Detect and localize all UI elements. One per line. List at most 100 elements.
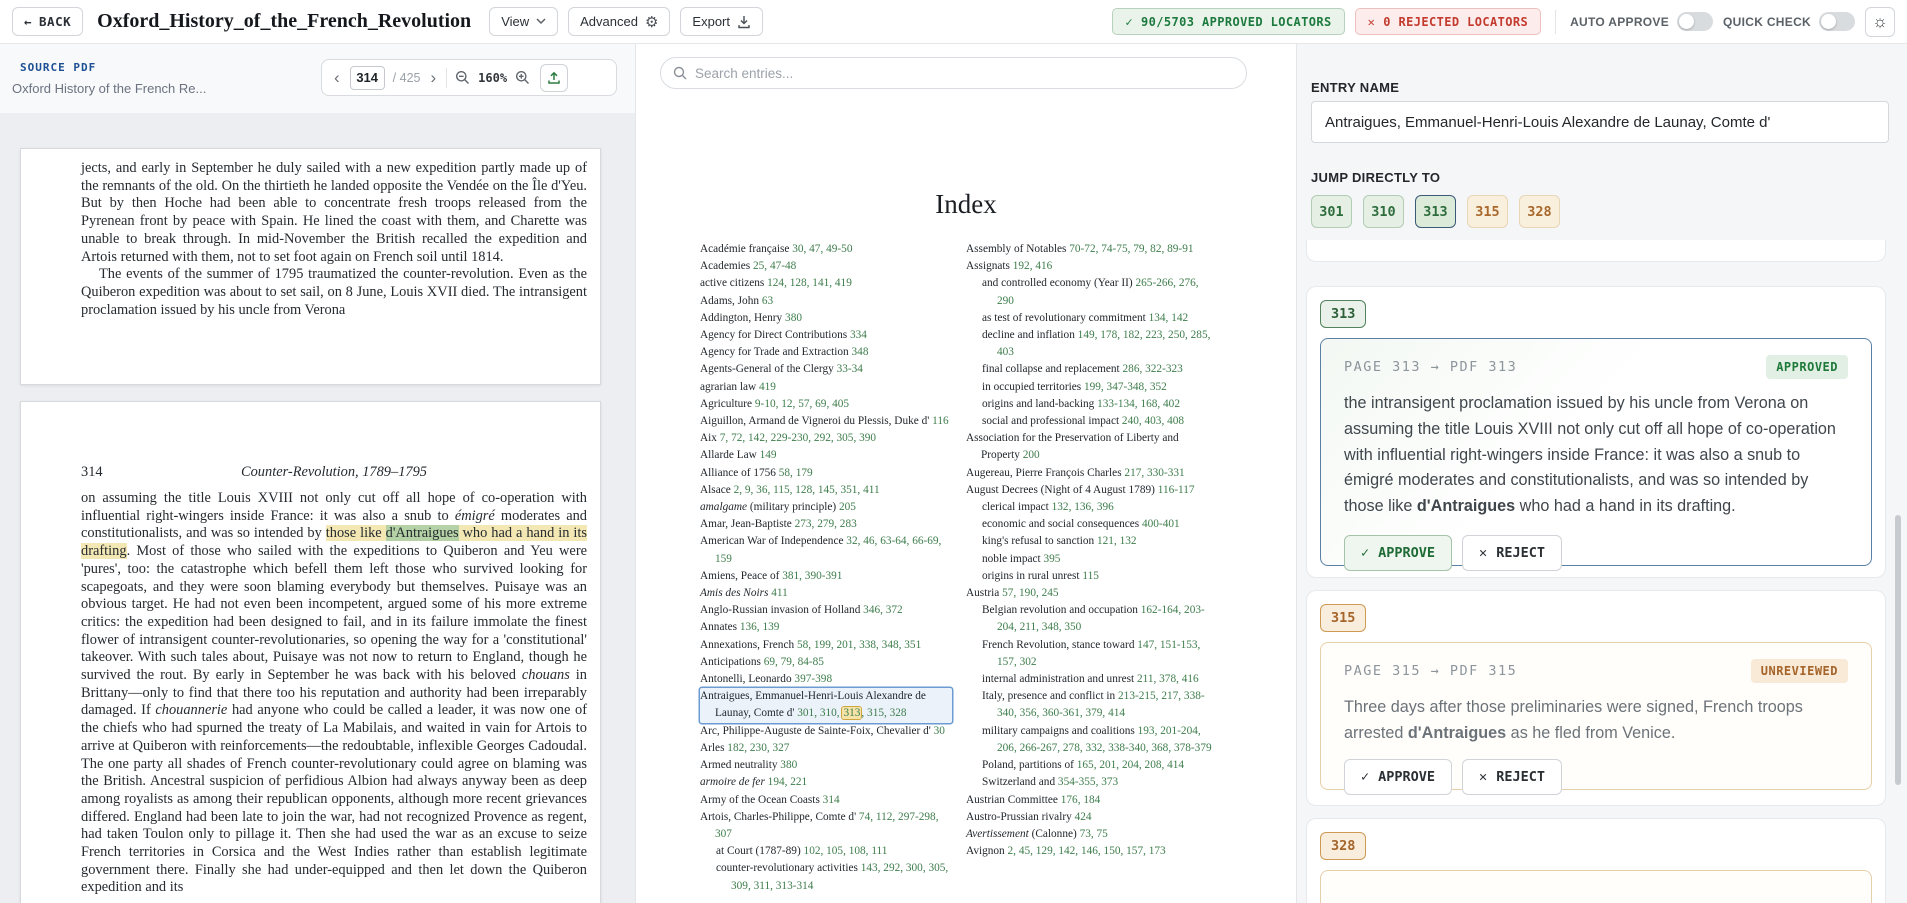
index-entry[interactable]: Antonelli, Leonardo 397-398 bbox=[700, 671, 952, 688]
index-entry[interactable]: final collapse and replacement 286, 322-… bbox=[982, 361, 1218, 378]
index-entry[interactable]: active citizens 124, 128, 141, 419 bbox=[700, 275, 952, 292]
index-entry[interactable]: Académie française 30, 47, 49-50 bbox=[700, 241, 952, 258]
index-entry[interactable]: social and professional impact 240, 403,… bbox=[982, 413, 1218, 430]
index-entry[interactable]: noble impact 395 bbox=[982, 551, 1218, 568]
index-entry[interactable]: Armed neutrality 380 bbox=[700, 757, 952, 774]
index-entry[interactable]: armoire de fer 194, 221 bbox=[700, 774, 952, 791]
page-number: 314 bbox=[81, 464, 171, 481]
index-entry[interactable]: economic and social consequences 400-401 bbox=[982, 516, 1218, 533]
prev-page-button[interactable]: ‹ bbox=[332, 69, 342, 86]
index-entry[interactable]: internal administration and unrest 211, … bbox=[982, 671, 1218, 688]
index-entry-selected[interactable]: Antraigues, Emmanuel-Henri-Louis Alexand… bbox=[700, 688, 952, 722]
index-entry[interactable]: Poland, partitions of 165, 201, 204, 208… bbox=[982, 757, 1218, 774]
index-entry[interactable]: Avignon 2, 45, 129, 142, 146, 150, 157, … bbox=[966, 843, 1218, 860]
index-entry[interactable]: decline and inflation 149, 178, 182, 223… bbox=[982, 327, 1218, 361]
index-entry[interactable]: Alliance of 1756 58, 179 bbox=[700, 465, 952, 482]
index-entry[interactable]: Amis des Noirs 411 bbox=[700, 585, 952, 602]
check-icon: ✓ bbox=[1361, 769, 1369, 785]
approve-button[interactable]: ✓ APPROVE bbox=[1344, 535, 1452, 571]
index-entry[interactable]: king's refusal to sanction 121, 132 bbox=[982, 533, 1218, 550]
index-entry[interactable]: Anticipations 69, 79, 84-85 bbox=[700, 654, 952, 671]
locator-chip-328[interactable]: 328 bbox=[1320, 832, 1366, 860]
zoom-in-button[interactable] bbox=[515, 70, 530, 85]
index-entry[interactable]: Assignats 192, 416 bbox=[966, 258, 1218, 275]
reject-button[interactable]: ✕ REJECT bbox=[1462, 535, 1562, 571]
index-entry[interactable]: Arc, Philippe-Auguste de Sainte-Foix, Ch… bbox=[700, 723, 952, 740]
quick-check-toggle[interactable] bbox=[1819, 12, 1855, 31]
index-entry[interactable]: Anglo-Russian invasion of Holland 346, 3… bbox=[700, 602, 952, 619]
index-entry[interactable]: Army of the Ocean Coasts 314 bbox=[700, 792, 952, 809]
index-entry[interactable]: Augereau, Pierre François Charles 217, 3… bbox=[966, 465, 1218, 482]
jump-button-328[interactable]: 328 bbox=[1519, 195, 1560, 228]
index-entry[interactable]: amalgame (military principle) 205 bbox=[700, 499, 952, 516]
jump-button-310[interactable]: 310 bbox=[1363, 195, 1404, 228]
view-button[interactable]: View bbox=[489, 7, 558, 36]
entry-name-input[interactable] bbox=[1311, 101, 1889, 143]
index-entry[interactable]: as test of revolutionary commitment 134,… bbox=[982, 310, 1218, 327]
index-entry[interactable]: Aix 7, 72, 142, 229-230, 292, 305, 390 bbox=[700, 430, 952, 447]
jump-button-315[interactable]: 315 bbox=[1467, 195, 1508, 228]
index-entry[interactable]: Belgian revolution and occupation 162-16… bbox=[982, 602, 1218, 636]
index-entry[interactable]: counter-revolutionary activities 143, 29… bbox=[716, 860, 952, 894]
index-entry[interactable]: Agency for Direct Contributions 334 bbox=[700, 327, 952, 344]
index-entry[interactable]: Alsace 2, 9, 36, 115, 128, 145, 351, 411 bbox=[700, 482, 952, 499]
index-entry[interactable]: Avertissement (Calonne) 73, 75 bbox=[966, 826, 1218, 843]
index-entry[interactable]: Aiguillon, Armand de Vigneroi du Plessis… bbox=[700, 413, 952, 430]
index-entry[interactable]: French Revolution, stance toward 147, 15… bbox=[982, 637, 1218, 671]
index-entry[interactable]: Artois, Charles-Philippe, Comte d' 74, 1… bbox=[700, 809, 952, 843]
index-entry[interactable]: clerical impact 132, 136, 396 bbox=[982, 499, 1218, 516]
locator-chip-313[interactable]: 313 bbox=[1320, 300, 1366, 328]
back-button[interactable]: ← BACK bbox=[12, 7, 83, 36]
export-button[interactable]: Export bbox=[680, 7, 763, 36]
theme-toggle-button[interactable]: ☼ bbox=[1865, 7, 1895, 37]
locator-chip-315[interactable]: 315 bbox=[1320, 604, 1366, 632]
index-entry[interactable]: in occupied territories 199, 347-348, 35… bbox=[982, 379, 1218, 396]
next-page-button[interactable]: › bbox=[428, 69, 438, 86]
pdf-page-313: jects, and early in September he duly sa… bbox=[20, 148, 601, 385]
index-entry[interactable]: Arles 182, 230, 327 bbox=[700, 740, 952, 757]
index-entry[interactable]: Agency for Trade and Extraction 348 bbox=[700, 344, 952, 361]
open-pdf-button[interactable] bbox=[540, 64, 568, 92]
index-entry[interactable]: Adams, John 63 bbox=[700, 293, 952, 310]
index-entry[interactable]: Allarde Law 149 bbox=[700, 447, 952, 464]
check-icon: ✓ bbox=[1361, 545, 1369, 561]
document-title: Oxford_History_of_the_French_Revolution bbox=[97, 10, 471, 33]
index-entry[interactable]: Association for the Preservation of Libe… bbox=[966, 430, 1218, 464]
index-entry[interactable]: Amiens, Peace of 381, 390-391 bbox=[700, 568, 952, 585]
zoom-out-button[interactable] bbox=[455, 70, 470, 85]
jump-button-313[interactable]: 313 bbox=[1415, 195, 1456, 228]
index-entry[interactable]: at Court (1787-89) 102, 105, 108, 111 bbox=[716, 843, 952, 860]
index-entry[interactable]: Assembly of Notables 70-72, 74-75, 79, 8… bbox=[966, 241, 1218, 258]
index-entry[interactable]: Austria 57, 190, 245 bbox=[966, 585, 1218, 602]
index-entry[interactable]: Academies 25, 47-48 bbox=[700, 258, 952, 275]
status-badge: APPROVED bbox=[1766, 355, 1848, 379]
index-entry[interactable]: Italy, presence and conflict in 213-215,… bbox=[982, 688, 1218, 722]
pdf-paragraph: The events of the summer of 1795 traumat… bbox=[81, 266, 587, 319]
index-entry[interactable]: August Decrees (Night of 4 August 1789) … bbox=[966, 482, 1218, 499]
page-number-input[interactable] bbox=[350, 66, 385, 90]
advanced-button[interactable]: Advanced ⚙ bbox=[568, 7, 670, 36]
index-entry[interactable]: origins in rural unrest 115 bbox=[982, 568, 1218, 585]
index-entry[interactable]: origins and land-backing 133-134, 168, 4… bbox=[982, 396, 1218, 413]
index-entry[interactable]: Agriculture 9-10, 12, 57, 69, 405 bbox=[700, 396, 952, 413]
index-entry[interactable]: Annates 136, 139 bbox=[700, 619, 952, 636]
index-entry[interactable]: Agents-General of the Clergy 33-34 bbox=[700, 361, 952, 378]
index-entry[interactable]: Annexations, French 58, 199, 201, 338, 3… bbox=[700, 637, 952, 654]
auto-approve-toggle[interactable] bbox=[1677, 12, 1713, 31]
index-entry[interactable]: American War of Independence 32, 46, 63-… bbox=[700, 533, 952, 567]
reject-button[interactable]: ✕ REJECT bbox=[1462, 759, 1562, 795]
index-entry[interactable]: Amar, Jean-Baptiste 273, 279, 283 bbox=[700, 516, 952, 533]
approve-button[interactable]: ✓ APPROVE bbox=[1344, 759, 1452, 795]
index-entry[interactable]: Switzerland and 354-355, 373 bbox=[982, 774, 1218, 791]
index-entry[interactable]: Addington, Henry 380 bbox=[700, 310, 952, 327]
index-entry[interactable]: Austro-Prussian rivalry 424 bbox=[966, 809, 1218, 826]
index-entry[interactable]: and controlled economy (Year II) 265-266… bbox=[982, 275, 1218, 309]
index-entry[interactable]: agrarian law 419 bbox=[700, 379, 952, 396]
search-input[interactable] bbox=[695, 66, 1234, 81]
pager-divider bbox=[446, 68, 447, 88]
index-entry[interactable]: Austrian Committee 176, 184 bbox=[966, 792, 1218, 809]
jump-button-301[interactable]: 301 bbox=[1311, 195, 1352, 228]
pdf-viewer[interactable]: jects, and early in September he duly sa… bbox=[0, 113, 635, 903]
scrollbar-thumb[interactable] bbox=[1895, 515, 1901, 785]
index-entry[interactable]: military campaigns and coalitions 193, 2… bbox=[982, 723, 1218, 757]
